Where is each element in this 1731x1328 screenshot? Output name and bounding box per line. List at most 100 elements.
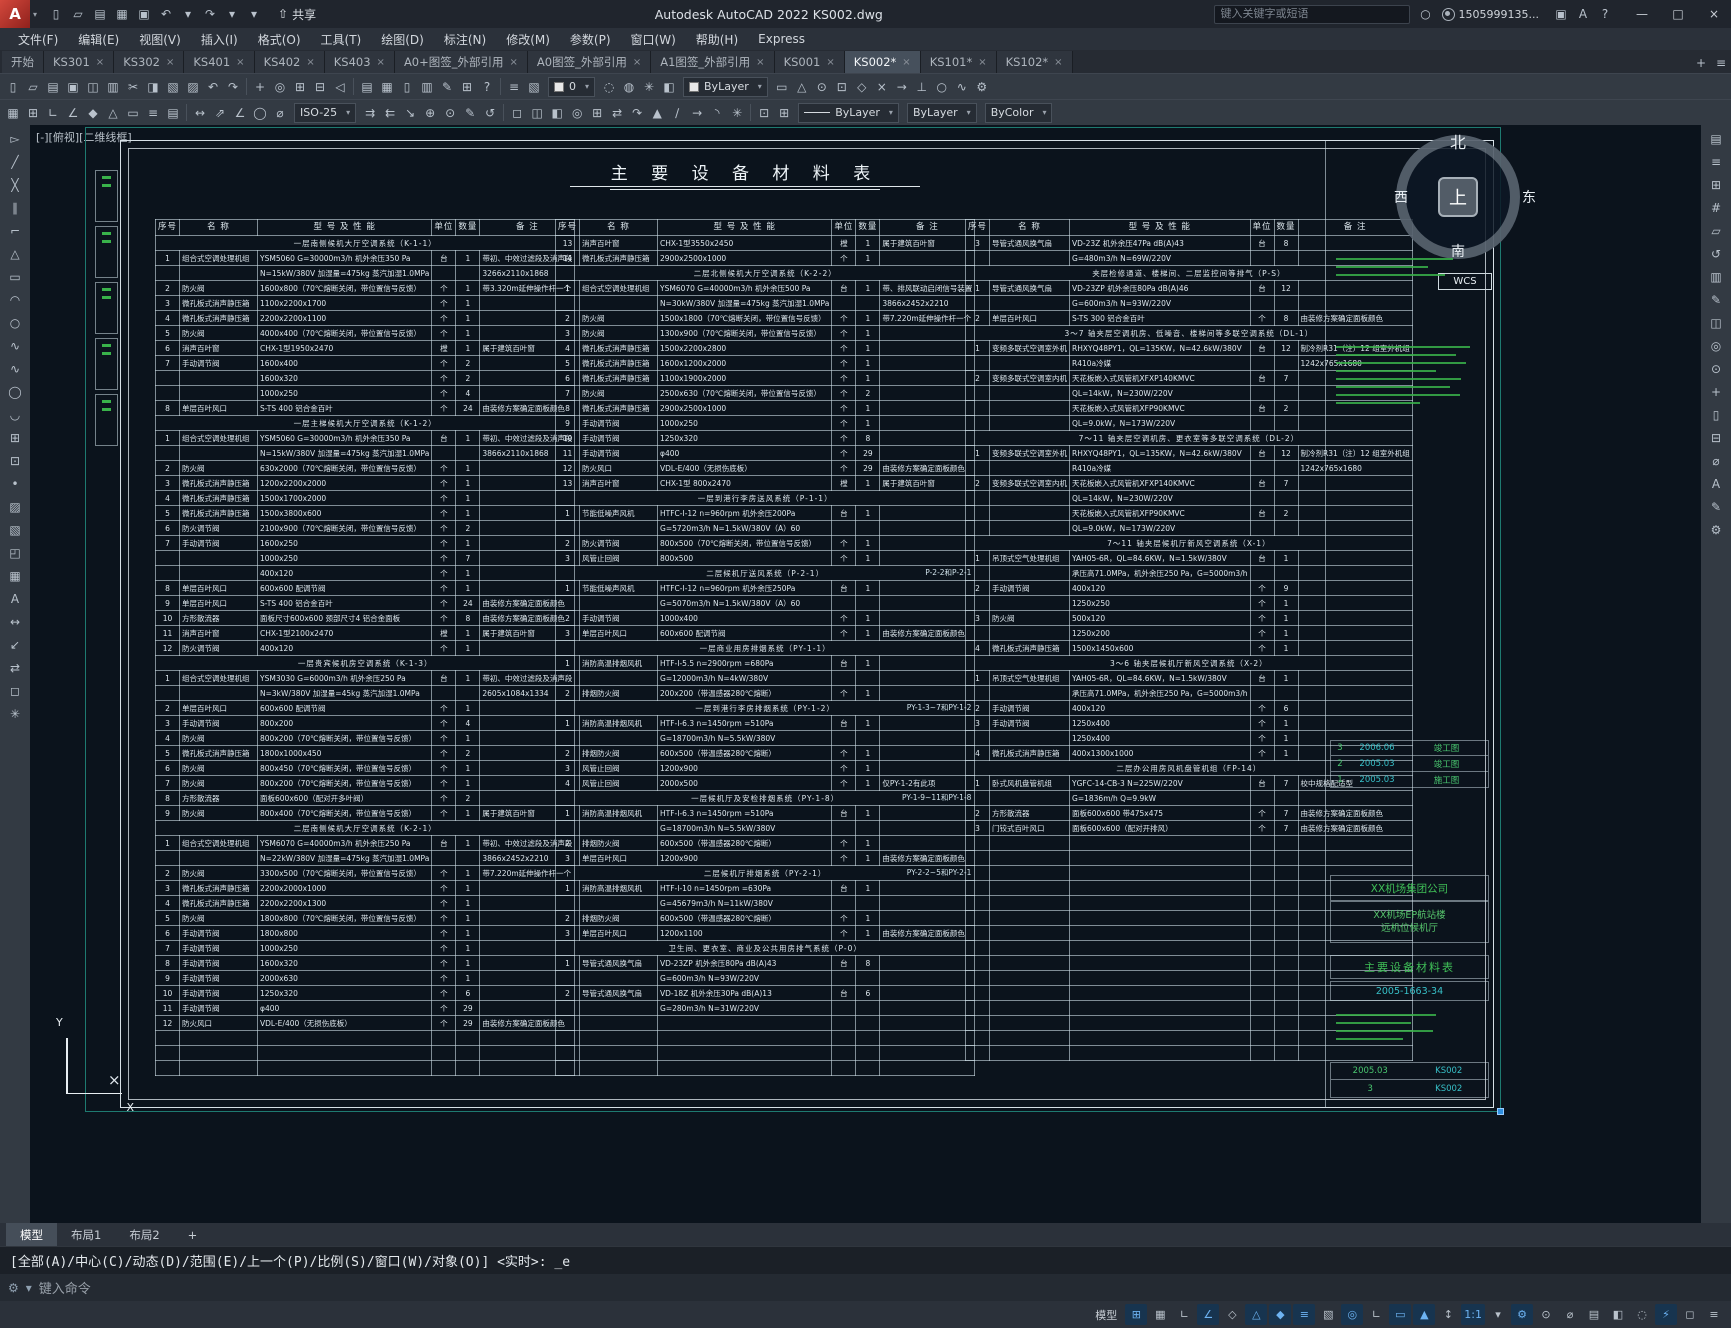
autoscale-icon[interactable]: ↕ [1437,1304,1459,1325]
osnap-perpendicular-icon[interactable]: ⊥ [912,77,932,97]
grid-icon[interactable]: ⊞ [23,103,43,123]
close-tab-icon[interactable]: × [902,57,910,68]
pan-icon[interactable]: + [250,77,270,97]
iso-draft-icon[interactable]: ◇ [1221,1304,1243,1325]
layout-tab[interactable]: 布局1 [57,1223,115,1246]
polyline-icon[interactable]: ⌐ [3,220,27,242]
pan-tool-icon[interactable]: + [1704,381,1728,403]
zoom-extents-icon[interactable]: ⊟ [310,77,330,97]
copy-object-icon[interactable]: ◫ [527,103,547,123]
menu-item[interactable]: 视图(V) [129,28,191,50]
plot-style-select[interactable]: ByColor ▾ [984,102,1053,123]
file-tab[interactable]: KS002* × [844,51,921,73]
blocks-palette-icon[interactable]: ⊞ [1704,174,1728,196]
arc-icon[interactable]: ◠ [3,289,27,311]
osnap-extension-icon[interactable]: → [892,77,912,97]
revision-cloud-icon[interactable]: ∿ [3,335,27,357]
explode-icon[interactable]: ✳ [3,703,27,725]
markup-set-manager-icon[interactable]: ✎ [437,77,457,97]
navigation-icon[interactable]: ◎ [1704,335,1728,357]
layer-lock-icon[interactable]: ◧ [659,77,679,97]
construction-line-icon[interactable]: ╳ [3,174,27,196]
dim-aligned-icon[interactable]: ⇗ [210,103,230,123]
make-block-icon[interactable]: ⊡ [3,450,27,472]
dynamic-input-icon[interactable]: ▭ [1389,1304,1412,1325]
menu-item[interactable]: Express [748,28,815,50]
drawing-canvas[interactable]: [-][俯视][二维线框] 主 要 设 备 材 料 表 序号名 称型 号 及 性… [30,125,1701,1223]
quick-properties-icon[interactable]: ▤ [1583,1304,1605,1325]
transparency-icon[interactable]: ▧ [1317,1304,1339,1325]
menu-item[interactable]: 修改(M) [496,28,560,50]
minimize-button[interactable]: — [1627,0,1657,28]
close-tab-icon[interactable]: × [236,57,244,68]
help-icon[interactable]: ? [1595,4,1615,24]
open-icon[interactable]: ▱ [23,77,43,97]
menu-item[interactable]: 工具(T) [311,28,372,50]
workspace-switching-icon[interactable]: ⚙ [1511,1304,1533,1325]
file-tab[interactable]: A0图签_外部引用 × [527,51,652,73]
match-properties-icon[interactable]: ▨ [183,77,203,97]
multiline-text-icon[interactable]: A [3,588,27,610]
scale-menu-icon[interactable]: ▾ [1487,1304,1509,1325]
linetype-select[interactable]: ByLayer ▾ [798,102,899,123]
views-icon[interactable]: ◫ [1704,312,1728,334]
units-icon[interactable]: ⌀ [1559,1304,1581,1325]
qat-customize-icon[interactable]: ▾ [244,4,264,24]
graphics-performance-icon[interactable]: ⚡ [1655,1304,1677,1325]
count-icon[interactable]: # [1704,197,1728,219]
osnap-settings-icon[interactable]: ⚙ [972,77,992,97]
menu-item[interactable]: 插入(I) [191,28,248,50]
erase-icon[interactable]: ◻ [507,103,527,123]
dim-angular-icon[interactable]: ∠ [230,103,250,123]
close-tab-icon[interactable]: × [633,57,641,68]
file-tab[interactable]: A1图签_外部引用 × [651,51,775,73]
plot-icon[interactable]: ▣ [134,4,154,24]
dim-style-select[interactable]: ISO-25 ▾ [294,102,357,123]
sheet-set-icon[interactable]: ▥ [1704,266,1728,288]
file-tab[interactable]: A0+图签_外部引用 × [394,51,528,73]
trim-icon[interactable]: ∕ [667,103,687,123]
layer-isolate-icon[interactable]: ◍ [619,77,639,97]
layout-tab[interactable]: 模型 [6,1223,57,1246]
command-customize-icon[interactable]: ⚙ [8,1281,19,1295]
file-tab[interactable]: 开始 [2,51,44,73]
file-tab[interactable]: KS403 × [324,51,395,73]
dim-linear-icon[interactable]: ↔ [190,103,210,123]
selection-cycling-icon[interactable]: ◎ [1341,1304,1364,1325]
dimension-icon[interactable]: ↔ [3,611,27,633]
file-tab[interactable]: KS102* × [996,51,1073,73]
quick-properties-icon[interactable]: ▤ [163,103,183,123]
mirror-icon[interactable]: ◧ [547,103,567,123]
save-icon[interactable]: ▤ [43,77,63,97]
open-icon[interactable]: ▱ [68,4,88,24]
undo-icon[interactable]: ↶ [203,77,223,97]
file-tab[interactable]: KS101* × [920,51,997,73]
circle-icon[interactable]: ○ [3,312,27,334]
scale-icon[interactable]: ▲ [647,103,667,123]
menu-item[interactable]: 编辑(E) [68,28,129,50]
close-tab-icon[interactable]: × [978,57,986,68]
line-icon[interactable]: ╱ [3,151,27,173]
rectangle-icon[interactable]: ▭ [3,266,27,288]
zoom-window-icon[interactable]: ⊞ [290,77,310,97]
qnew-icon[interactable]: ▯ [3,77,23,97]
dim-baseline-icon[interactable]: ⇇ [380,103,400,123]
lock-ui-icon[interactable]: ◧ [1607,1304,1629,1325]
multiline-icon[interactable]: ∥ [3,197,27,219]
redo-icon[interactable]: ↷ [200,4,220,24]
mleader-icon[interactable]: ↘ [400,103,420,123]
dyn-input-icon[interactable]: ▭ [123,103,143,123]
polygon-icon[interactable]: △ [3,243,27,265]
osnap-nearest-icon[interactable]: ∿ [952,77,972,97]
osnap-icon[interactable]: ◆ [83,103,103,123]
sheet-set-manager-icon[interactable]: ▥ [417,77,437,97]
explode-icon[interactable]: ✳ [727,103,747,123]
application-menu-button[interactable]: A [0,0,30,28]
plot-preview-icon[interactable]: ◫ [83,77,103,97]
copy-icon[interactable]: ◨ [143,77,163,97]
qnew-icon[interactable]: ▯ [46,4,66,24]
dim-continue-icon[interactable]: ⇉ [360,103,380,123]
snap-mode-icon[interactable]: ▦ [1149,1304,1171,1325]
maximize-button[interactable]: □ [1663,0,1693,28]
polar-tracking-icon[interactable]: ∠ [1197,1304,1220,1325]
